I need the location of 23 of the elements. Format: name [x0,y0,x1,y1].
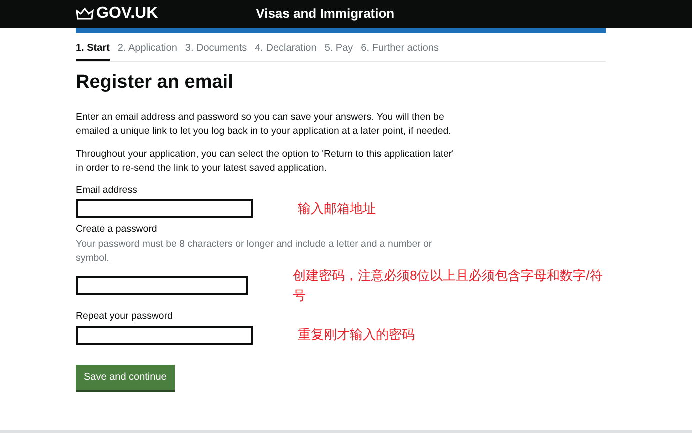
paragraph: Throughout your application, you can select the option to 'Return to this application later' in order to re-send the link to your latest saved application. [76,148,455,176]
step-tab[interactable]: 5. Pay [324,33,354,61]
annotation-text: 创建密码，注意必须8位以上且必须包含字母和数字/符号 [292,267,604,305]
input-field[interactable] [76,326,253,345]
step-tab[interactable]: 2. Application [118,33,178,61]
field-label: Create a password [76,224,158,236]
annotation-text: 输入邮箱地址 [298,200,376,218]
service-name: Visas and Immigration [256,5,395,24]
field-hint: Your password must be 8 characters or longer and include a letter and a number or symbol. [76,238,434,266]
logo-text[interactable]: GOV.UK [96,2,158,26]
step-tab[interactable]: 3. Documents [185,33,248,61]
field-label: Email address [76,184,138,197]
input-field[interactable] [76,199,253,218]
step-tab[interactable]: 6. Further actions [361,33,439,61]
step-tab[interactable]: 1. Start [76,33,110,61]
annotation-text: 重复刚才输入的密码 [298,326,415,344]
save-and-continue-button[interactable]: Save and continue [76,364,175,390]
paragraph: Enter an email address and password so you can save your answers. You will then be emailed a unique link to let you log back in to your application at a later point, if needed. [76,110,452,139]
crown-icon [76,7,94,21]
page-title: Register an email [76,72,234,95]
step-tab[interactable]: 4. Declaration [255,33,317,61]
input-field[interactable] [76,276,248,296]
field-label: Repeat your password [76,311,174,324]
